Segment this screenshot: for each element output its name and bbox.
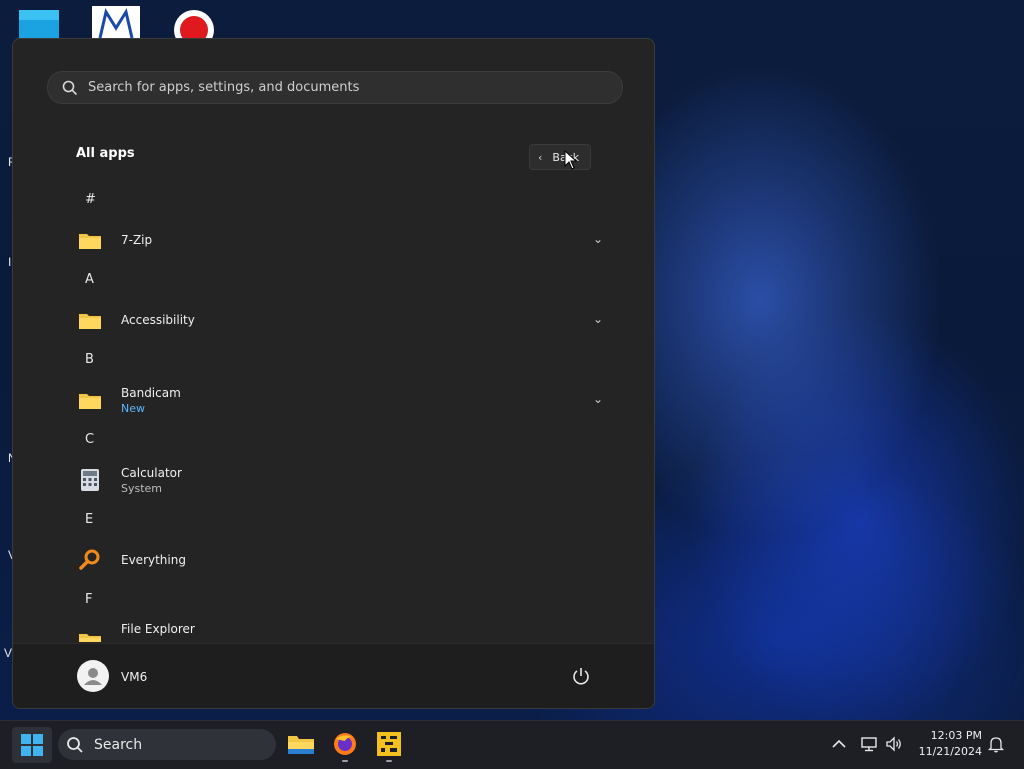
folder-icon	[288, 736, 314, 754]
mouse-cursor-icon	[564, 150, 578, 170]
notification-bell-icon[interactable]	[987, 735, 1005, 753]
app-item-7zip[interactable]: 7-Zip ⌄	[61, 220, 611, 260]
start-search-input[interactable]: Search for apps, settings, and documents	[47, 71, 623, 104]
app-name: 7-Zip	[121, 233, 153, 247]
app-grid-icon	[377, 732, 401, 756]
windows-logo-icon	[21, 734, 43, 756]
all-apps-title: All apps	[76, 146, 135, 161]
start-menu-footer: VM6	[13, 643, 654, 708]
back-button[interactable]: ‹ Back	[529, 144, 591, 170]
app-item-accessibility[interactable]: Accessibility ⌄	[61, 300, 611, 340]
app-subtitle: System	[121, 481, 163, 495]
taskbar: Search 12:03 PM 11/21/2024	[0, 720, 1024, 769]
app-name: Accessibility	[121, 313, 195, 327]
chevron-down-icon[interactable]: ⌄	[593, 392, 603, 406]
taskbar-app-yellow[interactable]	[374, 729, 404, 759]
app-name: Everything	[121, 553, 186, 567]
app-item-calculator[interactable]: Calculator System	[61, 460, 611, 500]
chevron-left-icon: ‹	[538, 150, 543, 164]
firefox-icon	[334, 733, 356, 755]
taskbar-search-label: Search	[94, 736, 143, 753]
group-letter[interactable]: A	[85, 272, 94, 287]
start-menu: Search for apps, settings, and documents…	[12, 38, 655, 709]
chevron-down-icon[interactable]: ⌄	[593, 312, 603, 326]
folder-icon	[77, 627, 103, 642]
taskbar-clock[interactable]: 12:03 PM 11/21/2024	[916, 728, 982, 760]
volume-icon[interactable]	[885, 735, 903, 753]
app-name: Bandicam	[121, 385, 181, 400]
group-letter[interactable]: C	[85, 432, 94, 447]
new-badge: New	[121, 401, 145, 415]
group-letter[interactable]: F	[85, 592, 92, 607]
desktop-edge-letter: I	[8, 255, 12, 269]
search-icon	[62, 80, 78, 95]
group-letter[interactable]: B	[85, 352, 94, 367]
taskbar-firefox[interactable]	[330, 729, 360, 759]
start-button[interactable]	[12, 727, 52, 763]
search-icon	[67, 736, 83, 753]
network-icon[interactable]	[860, 735, 878, 753]
chevron-down-icon[interactable]: ⌄	[593, 232, 603, 246]
app-item-bandicam[interactable]: Bandicam New ⌄	[61, 380, 611, 420]
chevron-up-icon[interactable]	[830, 735, 848, 753]
user-avatar[interactable]	[77, 660, 109, 692]
folder-icon	[77, 227, 103, 253]
app-item-everything[interactable]: Everything	[61, 540, 611, 580]
power-icon[interactable]	[571, 666, 591, 686]
clock-time: 12:03 PM	[930, 729, 982, 742]
everything-search-icon	[77, 547, 103, 573]
calculator-icon	[77, 467, 103, 493]
app-name: File Explorer	[121, 622, 195, 636]
taskbar-search[interactable]: Search	[58, 729, 276, 760]
folder-icon	[77, 307, 103, 333]
folder-icon	[77, 387, 103, 413]
search-placeholder: Search for apps, settings, and documents	[88, 80, 360, 95]
app-name: Calculator	[121, 465, 182, 480]
clock-date: 11/21/2024	[918, 745, 982, 758]
running-indicator	[386, 760, 392, 762]
app-item-file-explorer[interactable]: File Explorer	[61, 616, 611, 642]
desktop-edge-letter: V	[4, 646, 13, 660]
group-letter[interactable]: #	[85, 192, 96, 207]
taskbar-file-explorer[interactable]	[286, 729, 316, 759]
group-letter[interactable]: E	[85, 512, 93, 527]
user-name[interactable]: VM6	[121, 670, 147, 684]
running-indicator	[342, 760, 348, 762]
